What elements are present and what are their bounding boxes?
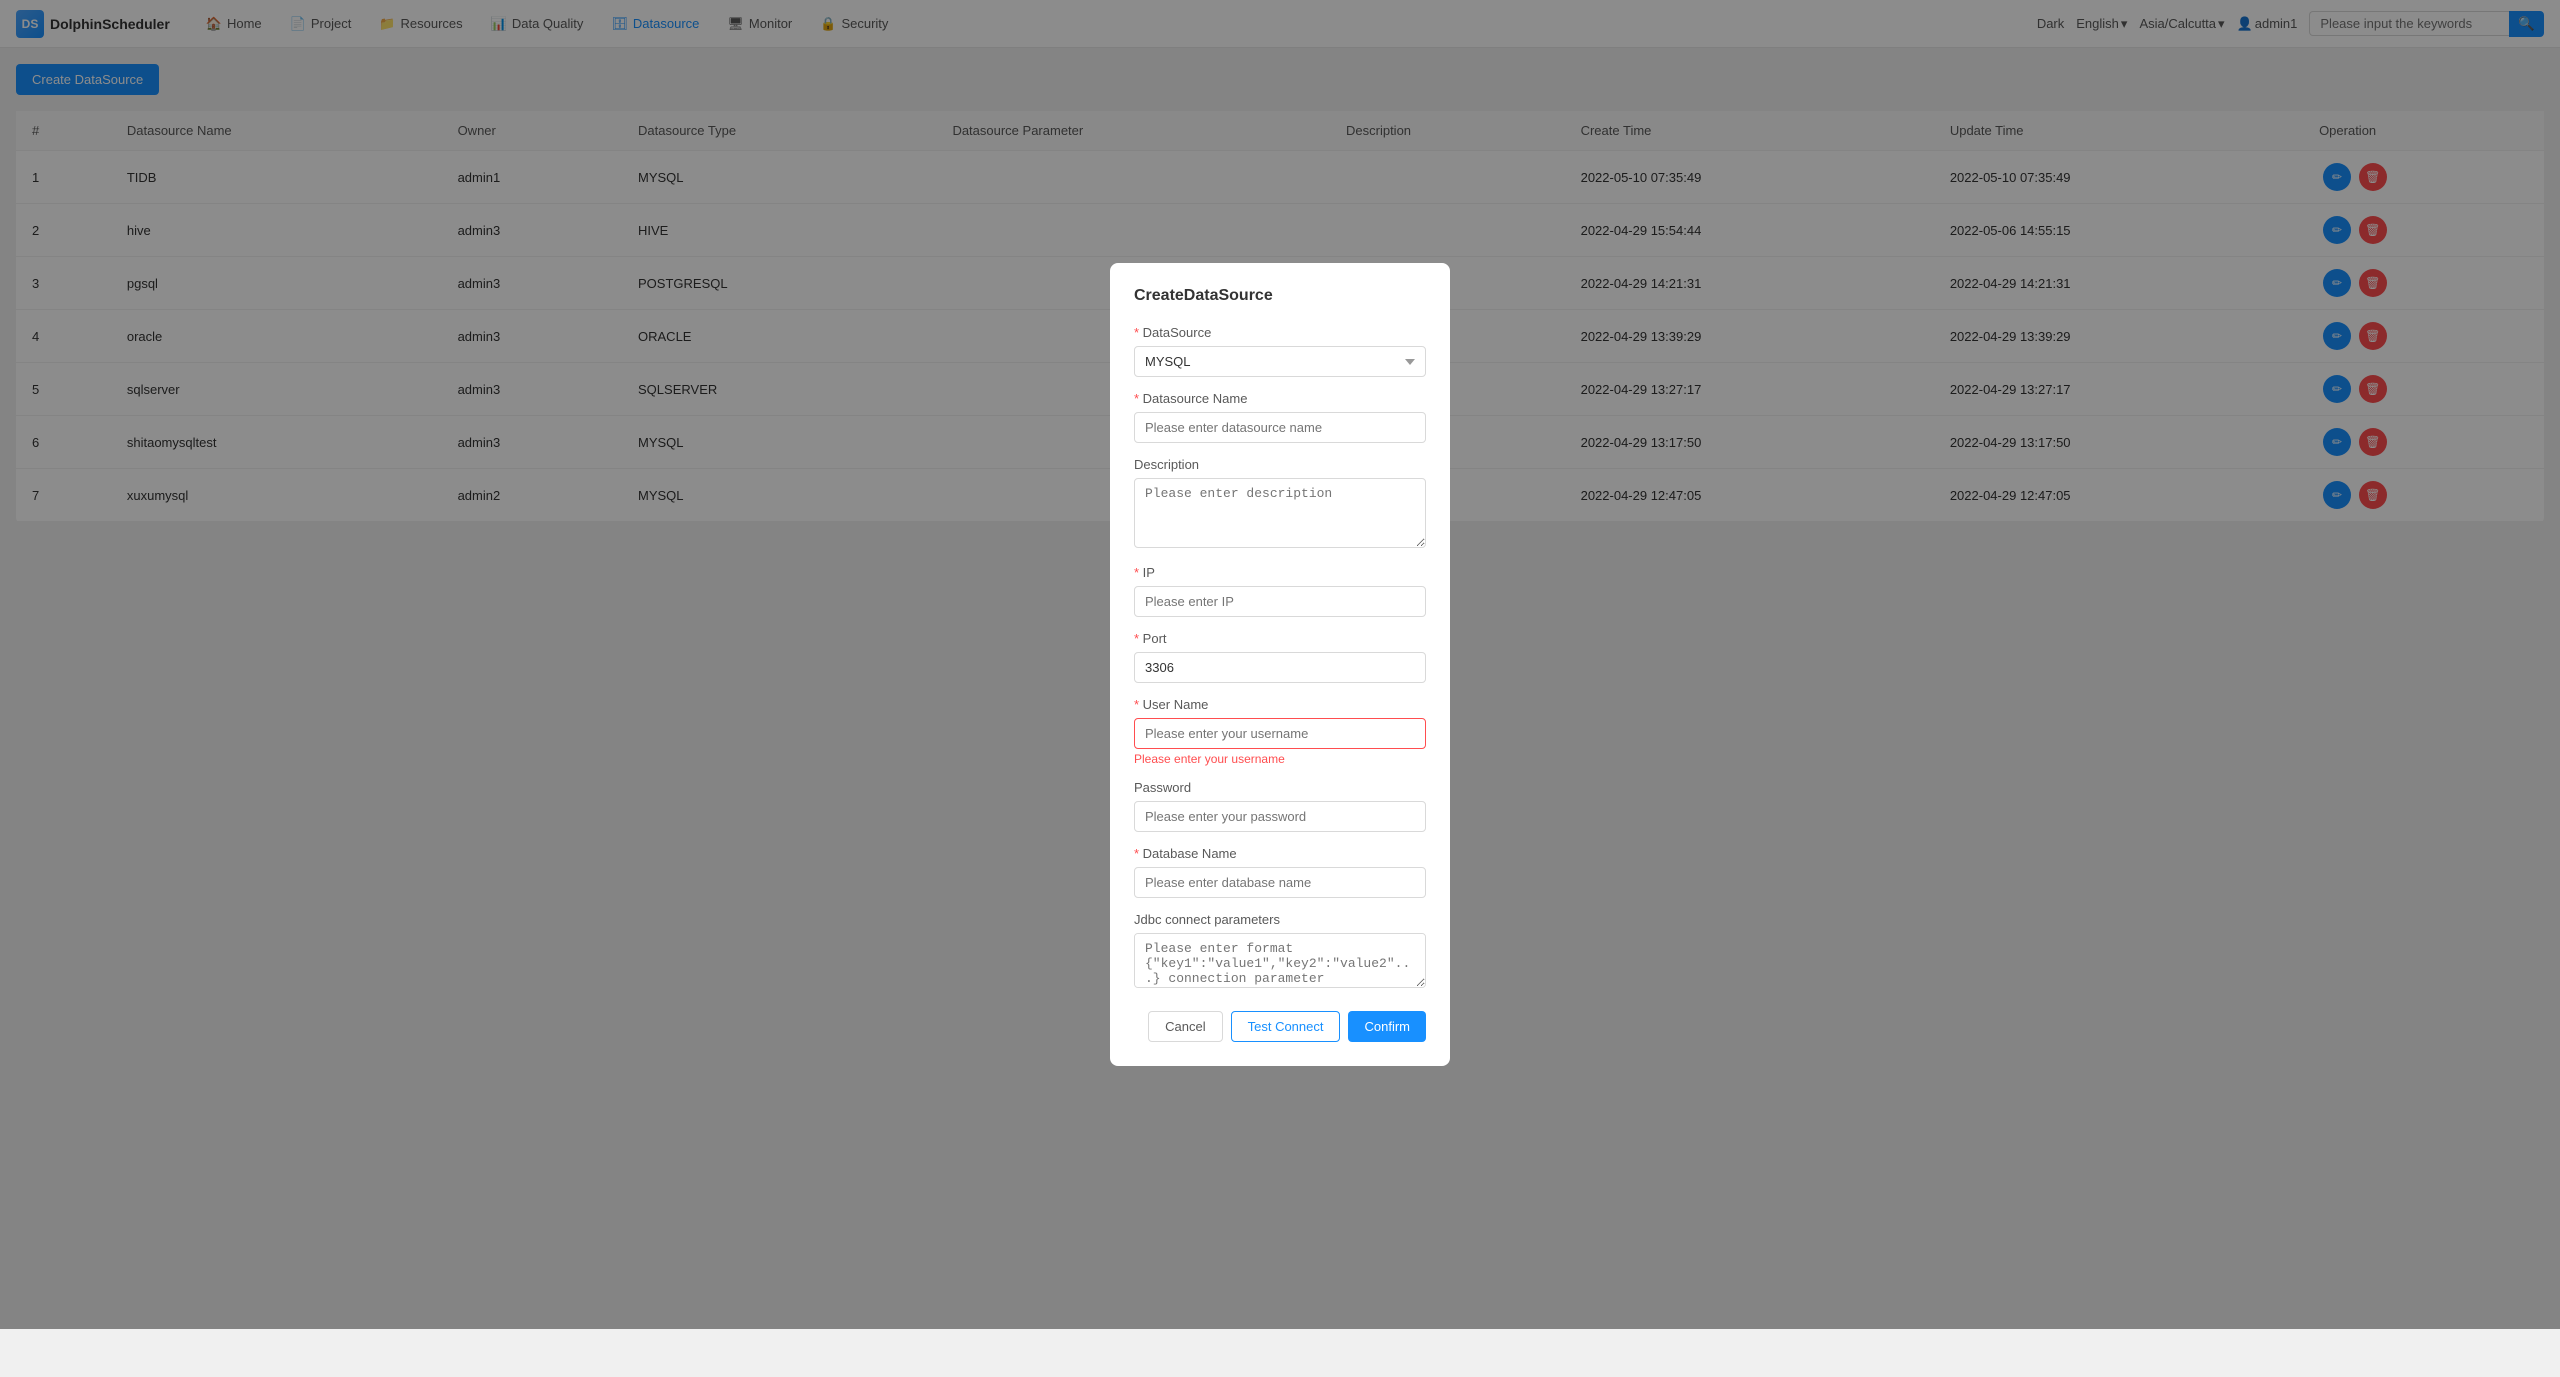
ip-input[interactable] <box>1134 586 1426 617</box>
password-input[interactable] <box>1134 801 1426 832</box>
database-name-field: Database Name <box>1134 846 1426 898</box>
password-label: Password <box>1134 780 1426 795</box>
jdbc-input[interactable] <box>1134 933 1426 988</box>
database-name-input[interactable] <box>1134 867 1426 898</box>
password-field: Password <box>1134 780 1426 832</box>
jdbc-field: Jdbc connect parameters <box>1134 912 1426 991</box>
datasource-name-label: Datasource Name <box>1134 391 1426 406</box>
datasource-select[interactable]: MYSQL POSTGRESQL HIVE ORACLE SQLSERVER <box>1134 346 1426 377</box>
username-error-message: Please enter your username <box>1134 752 1426 766</box>
description-input[interactable] <box>1134 478 1426 548</box>
create-datasource-modal: CreateDataSource DataSource MYSQL POSTGR… <box>1110 263 1450 1066</box>
database-name-label: Database Name <box>1134 846 1426 861</box>
ip-label: IP <box>1134 565 1426 580</box>
description-label: Description <box>1134 457 1426 472</box>
datasource-name-input[interactable] <box>1134 412 1426 443</box>
modal-footer: Cancel Test Connect Confirm <box>1134 1011 1426 1042</box>
modal-title: CreateDataSource <box>1134 287 1426 305</box>
test-connect-button[interactable]: Test Connect <box>1231 1011 1341 1042</box>
port-label: Port <box>1134 631 1426 646</box>
description-field: Description <box>1134 457 1426 551</box>
username-input[interactable] <box>1134 718 1426 749</box>
datasource-name-field: Datasource Name <box>1134 391 1426 443</box>
cancel-button[interactable]: Cancel <box>1148 1011 1222 1042</box>
port-field: Port 3306 <box>1134 631 1426 683</box>
modal-overlay: CreateDataSource DataSource MYSQL POSTGR… <box>0 0 2560 1329</box>
port-input[interactable]: 3306 <box>1134 652 1426 683</box>
username-label: User Name <box>1134 697 1426 712</box>
username-field: User Name Please enter your username <box>1134 697 1426 766</box>
datasource-label: DataSource <box>1134 325 1426 340</box>
ip-field: IP <box>1134 565 1426 617</box>
jdbc-label: Jdbc connect parameters <box>1134 912 1426 927</box>
datasource-field: DataSource MYSQL POSTGRESQL HIVE ORACLE … <box>1134 325 1426 377</box>
confirm-button[interactable]: Confirm <box>1348 1011 1426 1042</box>
